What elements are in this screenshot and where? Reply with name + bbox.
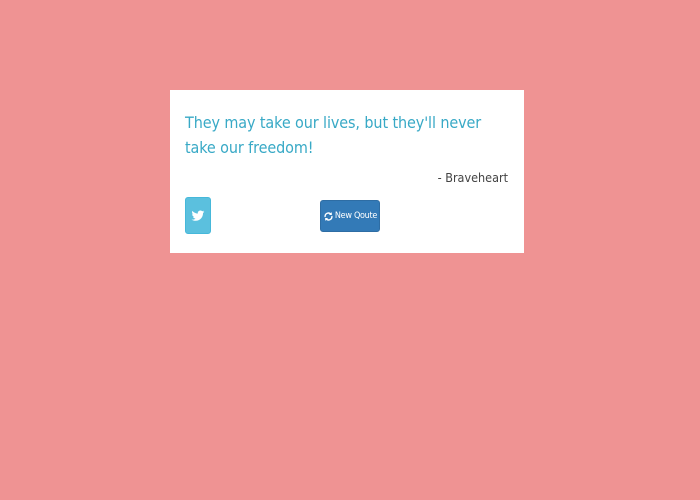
new-quote-button[interactable]: New Qoute [320, 200, 380, 232]
tweet-button[interactable] [185, 197, 211, 234]
quote-author: - Braveheart [437, 170, 508, 185]
quote-text: They may take our lives, but they'll nev… [185, 113, 482, 157]
refresh-icon [323, 211, 334, 222]
new-quote-label: New Qoute [334, 210, 378, 221]
twitter-icon [191, 209, 205, 223]
quote-card: They may take our lives, but they'll nev… [170, 90, 524, 253]
